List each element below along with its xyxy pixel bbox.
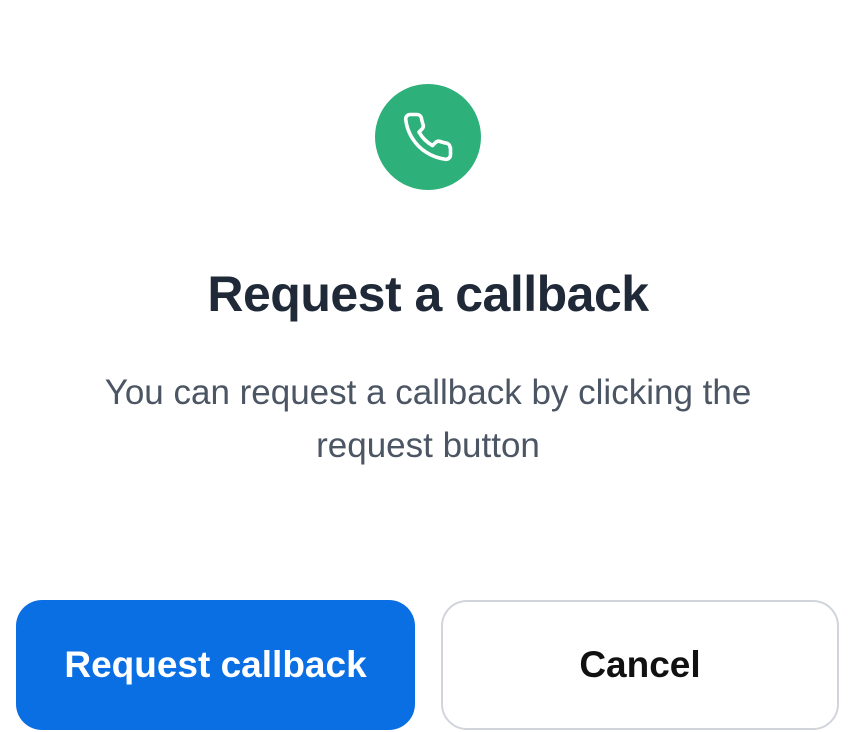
phone-icon-badge: [375, 84, 481, 190]
cancel-button[interactable]: Cancel: [441, 600, 839, 730]
phone-icon: [403, 112, 453, 162]
callback-dialog: Request a callback You can request a cal…: [0, 0, 856, 732]
dialog-description: You can request a callback by clicking t…: [104, 373, 752, 465]
dialog-title: Request a callback: [207, 266, 649, 322]
request-callback-button[interactable]: Request callback: [16, 600, 415, 730]
